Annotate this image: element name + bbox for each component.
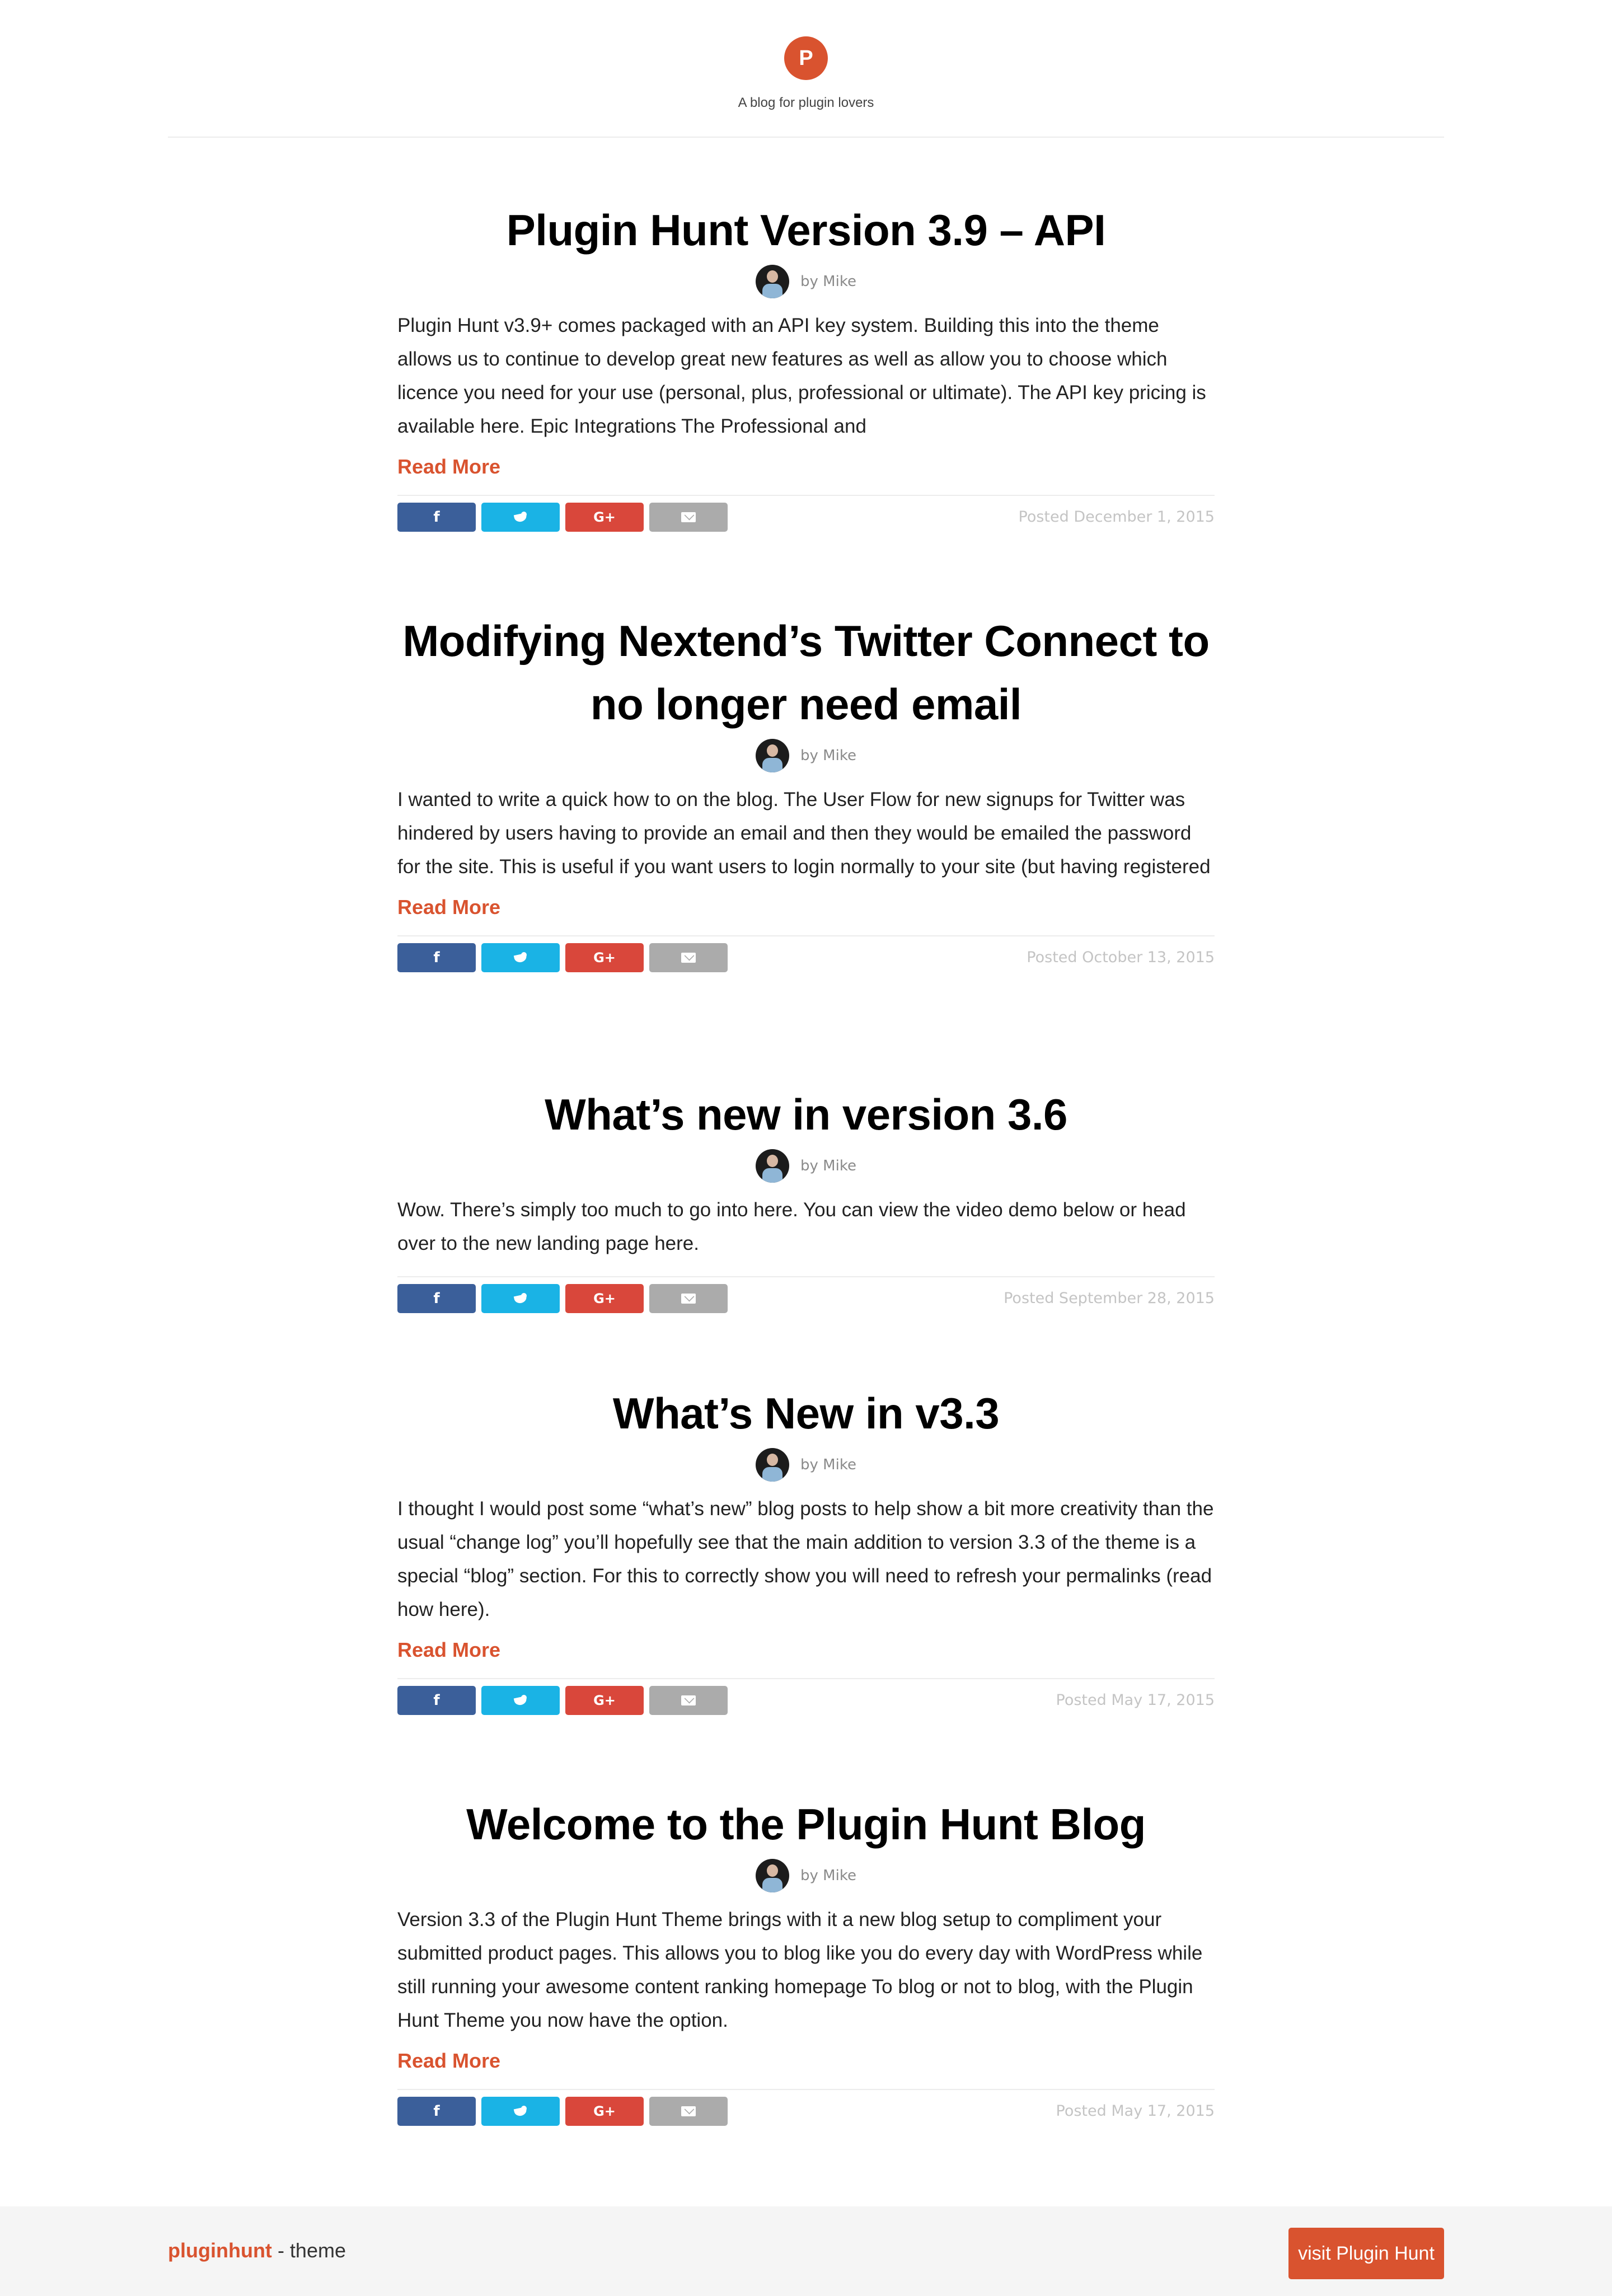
google-plus-icon: G+ [593,509,616,525]
twitter-icon [513,1695,528,1706]
facebook-icon: f [433,509,440,526]
post-excerpt: I wanted to write a quick how to on the … [397,789,1211,878]
site-header: P A blog for plugin lovers [168,0,1444,138]
post-card: Modifying Nextend’s Twitter Connect to n… [397,610,1215,976]
email-icon [681,2106,696,2116]
google-plus-share-button[interactable]: G+ [565,503,644,532]
google-plus-share-button[interactable]: G+ [565,943,644,972]
post-excerpt: I thought I would post some “what’s new”… [397,1498,1214,1620]
email-icon [681,953,696,963]
email-share-button[interactable] [649,2097,728,2126]
post-meta: by Mike [397,1149,1215,1183]
footer-brand-name[interactable]: pluginhunt [168,2239,272,2262]
email-share-button[interactable] [649,1686,728,1715]
read-more-link[interactable]: Read More [397,1638,500,1662]
google-plus-icon: G+ [593,1693,616,1708]
post-excerpt: Wow. There’s simply too much to go into … [397,1199,1186,1254]
posted-date: Posted December 1, 2015 [1018,508,1215,526]
post-title[interactable]: Plugin Hunt Version 3.9 – API [397,199,1215,262]
author-byline: by Mike [800,1456,856,1473]
post-title[interactable]: Modifying Nextend’s Twitter Connect to n… [397,610,1215,736]
email-icon [681,512,696,522]
email-share-button[interactable] [649,943,728,972]
posted-date: Posted May 17, 2015 [1056,1691,1215,1709]
author-byline: by Mike [800,1867,856,1884]
read-more-link[interactable]: Read More [397,454,500,479]
author-avatar[interactable] [756,739,790,772]
post-card: Welcome to the Plugin Hunt Blog by Mike … [397,1793,1215,2129]
post-meta: by Mike [397,738,1215,773]
post-title[interactable]: What’s New in v3.3 [397,1382,1215,1445]
twitter-share-button[interactable] [481,503,560,532]
google-plus-share-button[interactable]: G+ [565,2097,644,2126]
google-plus-icon: G+ [593,1291,616,1306]
twitter-icon [513,1293,528,1304]
author-byline: by Mike [800,1158,856,1174]
twitter-share-button[interactable] [481,2097,560,2126]
site-logo[interactable]: P [784,36,828,80]
post-meta: by Mike [397,264,1215,299]
twitter-icon [513,2106,528,2117]
email-share-button[interactable] [649,1284,728,1313]
author-avatar[interactable] [756,1859,790,1892]
facebook-share-button[interactable]: f [397,943,476,972]
facebook-share-button[interactable]: f [397,1284,476,1313]
twitter-icon [513,512,528,523]
share-row: f G+ Posted October 13, 2015 [397,935,1215,976]
visit-plugin-hunt-button[interactable]: visit Plugin Hunt [1288,2228,1444,2279]
read-more-link[interactable]: Read More [397,895,500,920]
twitter-icon [513,952,528,963]
site-footer: pluginhunt - theme visit Plugin Hunt [0,2206,1612,2296]
post-meta: by Mike [397,1858,1215,1893]
facebook-icon: f [433,949,440,966]
posted-date: Posted September 28, 2015 [1004,1290,1215,1307]
google-plus-share-button[interactable]: G+ [565,1284,644,1313]
post-excerpt: Version 3.3 of the Plugin Hunt Theme bri… [397,1909,1203,2031]
share-row: f G+ Posted December 1, 2015 [397,495,1215,535]
footer-brand-suffix: - theme [271,2239,346,2262]
posted-date: Posted October 13, 2015 [1027,949,1215,966]
email-icon [681,1695,696,1705]
posted-date: Posted May 17, 2015 [1056,2102,1215,2120]
footer-brand: pluginhunt - theme [168,2239,346,2262]
author-avatar[interactable] [756,1149,790,1183]
email-icon [681,1294,696,1304]
author-avatar[interactable] [756,1448,790,1482]
facebook-icon: f [433,1692,440,1709]
email-share-button[interactable] [649,503,728,532]
twitter-share-button[interactable] [481,943,560,972]
facebook-icon: f [433,1290,440,1307]
post-card: What’s New in v3.3 by Mike I thought I w… [397,1382,1215,1718]
post-title[interactable]: Welcome to the Plugin Hunt Blog [397,1793,1215,1856]
twitter-share-button[interactable] [481,1284,560,1313]
post-excerpt: Plugin Hunt v3.9+ comes packaged with an… [397,315,1206,437]
facebook-share-button[interactable]: f [397,2097,476,2126]
site-tagline: A blog for plugin lovers [738,95,874,110]
post-meta: by Mike [397,1447,1215,1482]
google-plus-icon: G+ [593,950,616,966]
author-byline: by Mike [800,747,856,764]
post-title[interactable]: What’s new in version 3.6 [397,1083,1215,1146]
share-row: f G+ Posted May 17, 2015 [397,2089,1215,2129]
author-avatar[interactable] [756,265,790,298]
facebook-share-button[interactable]: f [397,503,476,532]
post-card: What’s new in version 3.6 by Mike Wow. T… [397,1083,1215,1316]
facebook-icon: f [433,2103,440,2120]
google-plus-share-button[interactable]: G+ [565,1686,644,1715]
twitter-share-button[interactable] [481,1686,560,1715]
facebook-share-button[interactable]: f [397,1686,476,1715]
author-byline: by Mike [800,273,856,290]
share-row: f G+ Posted September 28, 2015 [397,1276,1215,1316]
google-plus-icon: G+ [593,2103,616,2119]
read-more-link[interactable]: Read More [397,2049,500,2073]
post-card: Plugin Hunt Version 3.9 – API by Mike Pl… [397,199,1215,535]
share-row: f G+ Posted May 17, 2015 [397,1678,1215,1718]
